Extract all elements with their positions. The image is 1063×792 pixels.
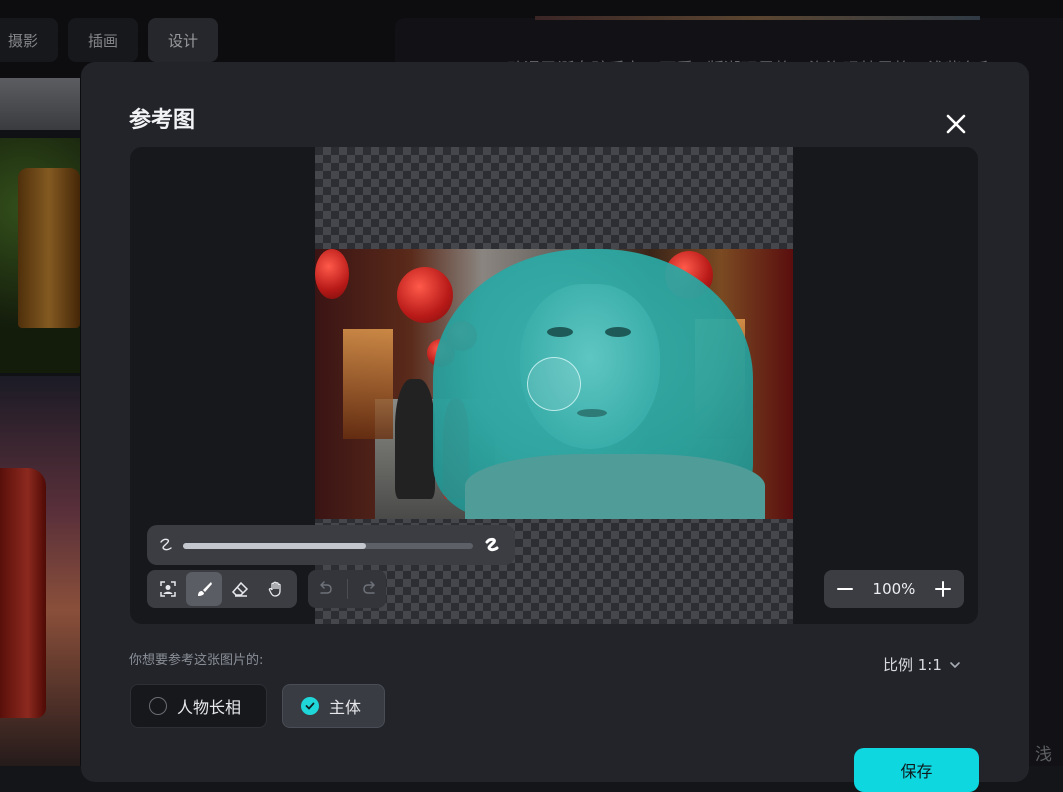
check-circle-icon[interactable] bbox=[301, 697, 319, 715]
save-button[interactable]: 保存 bbox=[854, 748, 979, 792]
eye bbox=[547, 327, 573, 337]
zoom-out-button[interactable] bbox=[834, 578, 856, 600]
reference-question: 你想要参考这张图片的: bbox=[129, 649, 263, 668]
dialog-title: 参考图 bbox=[129, 102, 195, 134]
close-icon[interactable] bbox=[943, 111, 969, 137]
shop-window bbox=[343, 329, 393, 439]
option-face[interactable]: 人物长相 bbox=[130, 684, 267, 728]
brush-thin-icon bbox=[157, 536, 175, 554]
redo-icon[interactable] bbox=[359, 578, 381, 600]
subject-select-icon[interactable] bbox=[150, 572, 186, 606]
subject-shirt bbox=[465, 454, 765, 519]
zoom-in-button[interactable] bbox=[932, 578, 954, 600]
brush-size-slider[interactable] bbox=[147, 525, 515, 565]
reference-photo[interactable] bbox=[315, 249, 793, 519]
option-label: 主体 bbox=[329, 694, 361, 718]
hand-icon[interactable] bbox=[258, 572, 294, 606]
ratio-label: 比例 1:1 bbox=[883, 654, 942, 675]
zoom-level: 100% bbox=[873, 580, 916, 598]
brush-cursor bbox=[527, 357, 581, 411]
eraser-icon[interactable] bbox=[222, 572, 258, 606]
brush-thick-icon bbox=[483, 536, 501, 554]
option-label: 人物长相 bbox=[177, 694, 241, 718]
lantern bbox=[397, 267, 453, 323]
image-canvas[interactable]: 100% bbox=[130, 147, 978, 624]
chevron-down-icon bbox=[948, 658, 962, 672]
option-subject[interactable]: 主体 bbox=[282, 684, 385, 728]
eye bbox=[605, 327, 631, 337]
zoom-control: 100% bbox=[824, 570, 964, 608]
passerby bbox=[395, 379, 435, 499]
ratio-dropdown[interactable]: 比例 1:1 bbox=[883, 654, 962, 675]
mouth bbox=[577, 409, 607, 417]
brush-icon[interactable] bbox=[186, 572, 222, 606]
history-group bbox=[308, 570, 386, 608]
tool-group bbox=[147, 570, 297, 608]
slider-fill bbox=[183, 543, 366, 549]
slider-track[interactable] bbox=[183, 543, 473, 549]
lantern bbox=[315, 249, 349, 299]
undo-icon[interactable] bbox=[314, 578, 336, 600]
radio-unchecked-icon[interactable] bbox=[149, 697, 167, 715]
reference-image-dialog: 参考图 bbox=[81, 62, 1029, 782]
divider bbox=[347, 579, 348, 599]
